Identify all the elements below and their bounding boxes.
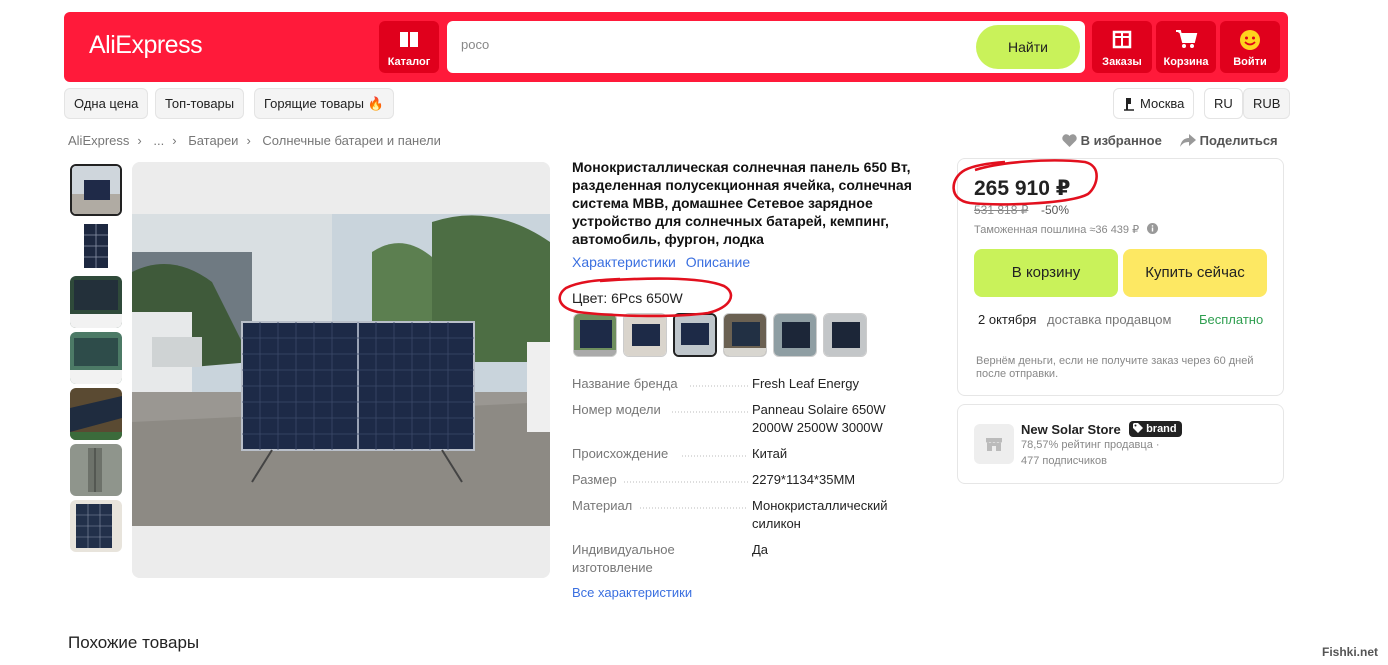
login-button[interactable]: Войти bbox=[1220, 21, 1280, 73]
thumbnail[interactable] bbox=[70, 332, 122, 384]
customs-duty: Таможенная пошлина ≈36 439 ₽ bbox=[974, 223, 1159, 236]
brand-badge-label: brand bbox=[1146, 423, 1177, 435]
header-bar: AliExpress Каталог Найти Заказы Корзина … bbox=[64, 12, 1288, 82]
brand-badge: brand bbox=[1129, 421, 1182, 437]
share-icon bbox=[1180, 134, 1196, 147]
search-button[interactable]: Найти bbox=[976, 25, 1080, 69]
delivery-date: 2 октября bbox=[978, 312, 1037, 327]
thumbnail[interactable] bbox=[70, 444, 122, 496]
thumbnail[interactable] bbox=[70, 220, 122, 272]
spec-dots bbox=[690, 385, 748, 387]
breadcrumb-item[interactable]: Батареи bbox=[188, 133, 238, 148]
spec-value: Монокристаллический силикон bbox=[752, 498, 888, 531]
color-swatch[interactable] bbox=[573, 313, 617, 357]
spec-value: Panneau Solaire 650W 2000W 2500W 3000W bbox=[752, 402, 886, 435]
tag-icon bbox=[1133, 423, 1143, 433]
spec-key: Материал bbox=[572, 498, 633, 513]
spec-value: Fresh Leaf Energy bbox=[752, 376, 859, 391]
spec-dots bbox=[640, 507, 748, 509]
catalog-label: Каталог bbox=[387, 56, 431, 68]
color-swatch[interactable] bbox=[823, 313, 867, 357]
breadcrumb-item[interactable]: AliExpress bbox=[68, 133, 129, 148]
top-products-chip[interactable]: Топ-товары bbox=[155, 88, 245, 119]
delivery-price: Бесплатно bbox=[1199, 312, 1264, 327]
product-title: Монокристаллическая солнечная панель 650… bbox=[572, 159, 912, 247]
spec-key: Номер модели bbox=[572, 402, 661, 417]
similar-products-heading: Похожие товары bbox=[68, 633, 200, 652]
store-icon bbox=[974, 424, 1014, 464]
share-label: Поделиться bbox=[1199, 133, 1278, 148]
thumbnail[interactable] bbox=[70, 388, 122, 440]
orders-button[interactable]: Заказы bbox=[1092, 21, 1152, 73]
breadcrumb-item[interactable]: ... bbox=[153, 133, 164, 148]
spec-key: Размер bbox=[572, 472, 617, 487]
product-main-image[interactable] bbox=[132, 162, 550, 578]
thumbnail[interactable] bbox=[70, 276, 122, 328]
city-label: Москва bbox=[1140, 96, 1185, 111]
spec-value: 2279*1134*35MM bbox=[752, 472, 856, 487]
chevron-right-icon: › bbox=[137, 133, 142, 148]
tab-description[interactable]: Описание bbox=[686, 254, 750, 270]
login-label: Войти bbox=[1233, 56, 1267, 68]
search-box: Найти bbox=[447, 21, 1085, 73]
color-swatch-selected[interactable] bbox=[673, 313, 717, 357]
hot-products-chip[interactable]: Горящие товары 🔥 bbox=[254, 88, 394, 119]
buy-now-button[interactable]: Купить сейчас bbox=[1123, 249, 1267, 297]
smiley-icon bbox=[1220, 28, 1280, 54]
orders-label: Заказы bbox=[1102, 56, 1142, 68]
cart-label: Корзина bbox=[1163, 56, 1209, 68]
aliexpress-logo[interactable]: AliExpress bbox=[89, 31, 203, 60]
catalog-button[interactable]: Каталог bbox=[379, 21, 439, 73]
box-icon bbox=[1092, 28, 1152, 54]
discount-badge: -50% bbox=[1041, 203, 1070, 217]
store-name[interactable]: New Solar Store bbox=[1021, 422, 1121, 437]
heart-icon bbox=[1062, 134, 1077, 147]
book-icon bbox=[379, 28, 439, 54]
store-subscribers: 477 подписчиков bbox=[1021, 455, 1107, 467]
spec-value: Да bbox=[752, 542, 769, 557]
breadcrumb-item[interactable]: Солнечные батареи и панели bbox=[262, 133, 440, 148]
color-swatch[interactable] bbox=[723, 313, 767, 357]
spec-key: Индивидуальное изготовление bbox=[572, 542, 675, 575]
language-selector[interactable]: RU bbox=[1204, 88, 1243, 119]
share-button[interactable]: Поделиться bbox=[1180, 133, 1278, 148]
old-price: 531 818 ₽ bbox=[974, 203, 1029, 217]
cart-button[interactable]: Корзина bbox=[1156, 21, 1216, 73]
one-price-chip[interactable]: Одна цена bbox=[64, 88, 149, 119]
currency-selector[interactable]: RUB bbox=[1243, 88, 1291, 119]
color-swatch[interactable] bbox=[623, 313, 667, 357]
city-selector[interactable]: Москва bbox=[1113, 88, 1195, 119]
store-rating: 78,57% рейтинг продавца · bbox=[1021, 439, 1160, 451]
location-icon bbox=[1124, 98, 1134, 111]
spec-value: Китай bbox=[752, 446, 788, 461]
spec-dots bbox=[672, 411, 748, 413]
thumbnail[interactable] bbox=[70, 500, 122, 552]
current-price: 265 910 ₽ bbox=[974, 177, 1071, 200]
selected-color-label: Цвет: 6Pcs 650W bbox=[572, 290, 683, 306]
product-tabs: Характеристики Описание bbox=[572, 254, 756, 270]
spec-dots bbox=[682, 455, 748, 457]
breadcrumb: AliExpress › ... › Батареи › Солнечные бата… bbox=[68, 133, 449, 148]
add-to-cart-button[interactable]: В корзину bbox=[974, 249, 1118, 297]
all-specifications-link[interactable]: Все характеристики bbox=[572, 585, 692, 600]
refund-guarantee: Вернём деньги, если не получите заказ че… bbox=[976, 355, 1254, 380]
color-swatch[interactable] bbox=[773, 313, 817, 357]
customs-duty-text: Таможенная пошлина ≈36 439 ₽ bbox=[974, 224, 1140, 236]
spec-key: Происхождение bbox=[572, 446, 669, 461]
delivery-method: доставка продавцом bbox=[1047, 312, 1172, 327]
search-input[interactable] bbox=[461, 37, 911, 52]
spec-dots bbox=[624, 481, 748, 483]
favorite-button[interactable]: В избранное bbox=[1062, 133, 1162, 148]
watermark: Fishki.net bbox=[1322, 645, 1379, 659]
thumbnail[interactable] bbox=[70, 164, 122, 216]
chevron-right-icon: › bbox=[172, 133, 177, 148]
info-icon[interactable] bbox=[1147, 223, 1159, 234]
favorite-label: В избранное bbox=[1080, 133, 1162, 148]
chevron-right-icon: › bbox=[246, 133, 251, 148]
tab-specifications[interactable]: Характеристики bbox=[572, 254, 676, 270]
cart-icon bbox=[1156, 28, 1216, 54]
spec-key: Название бренда bbox=[572, 376, 678, 391]
